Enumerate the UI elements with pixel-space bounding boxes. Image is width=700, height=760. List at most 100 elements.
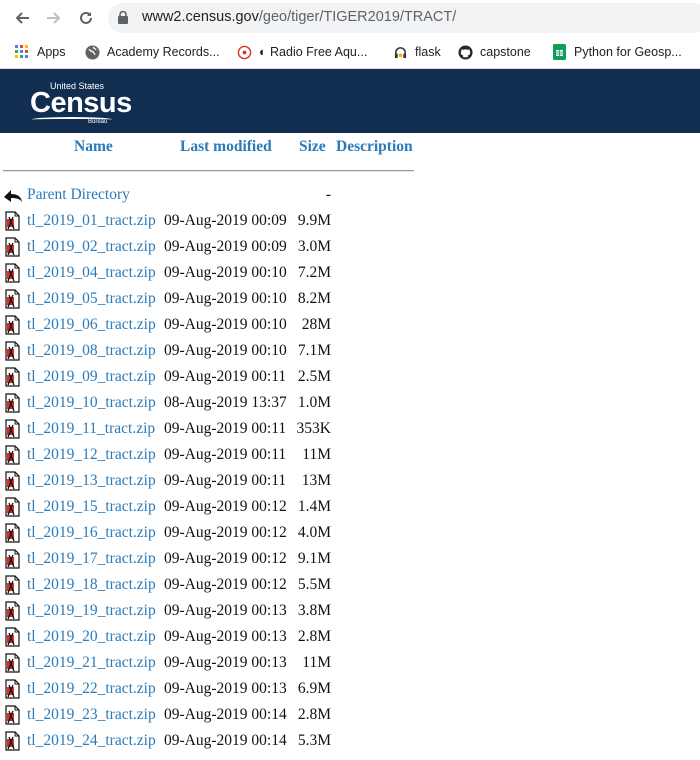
file-size: 2.5M xyxy=(297,368,331,385)
column-header-description[interactable]: Description xyxy=(336,138,413,156)
compressed-file-icon xyxy=(3,263,23,283)
file-link[interactable]: tl_2019_19_tract.zip xyxy=(27,602,156,620)
file-link[interactable]: tl_2019_20_tract.zip xyxy=(27,628,156,646)
file-row: tl_2019_18_tract.zip 09-Aug-2019 00:12 5.5… xyxy=(0,572,420,598)
column-header-last-modified[interactable]: Last modified xyxy=(180,138,272,156)
file-row: tl_2019_05_tract.zip 09-Aug-2019 00:10 8.2… xyxy=(0,286,420,312)
logo-main-text: Census xyxy=(30,87,132,119)
file-link[interactable]: tl_2019_23_tract.zip xyxy=(27,706,156,724)
browser-toolbar: www2.census.gov/geo/tiger/TIGER2019/TRAC… xyxy=(0,0,700,36)
address-bar[interactable]: www2.census.gov/geo/tiger/TIGER2019/TRAC… xyxy=(108,3,700,33)
bookmark-apps[interactable]: Apps xyxy=(14,42,66,62)
file-row: tl_2019_23_tract.zip 09-Aug-2019 00:14 2.8… xyxy=(0,702,420,728)
file-last-modified: 09-Aug-2019 00:12 xyxy=(164,524,287,541)
file-last-modified: 09-Aug-2019 00:10 xyxy=(164,290,287,307)
compressed-file-icon xyxy=(3,705,23,725)
bookmark-label: capstone xyxy=(480,45,531,59)
file-size: 353K xyxy=(296,420,331,437)
file-link[interactable]: tl_2019_17_tract.zip xyxy=(27,550,156,568)
column-header-size[interactable]: Size xyxy=(299,138,326,156)
bookmark-radio-free[interactable]: ◐ Radio Free Aqu... xyxy=(236,42,367,62)
file-link[interactable]: tl_2019_16_tract.zip xyxy=(27,524,156,542)
file-link[interactable]: tl_2019_21_tract.zip xyxy=(27,654,156,672)
file-row: tl_2019_08_tract.zip 09-Aug-2019 00:10 7.1… xyxy=(0,338,420,364)
file-size: 4.0M xyxy=(297,524,331,541)
bookmark-python-geospatial[interactable]: Python for Geosp... xyxy=(551,42,682,62)
compressed-file-icon xyxy=(3,575,23,595)
file-row: tl_2019_21_tract.zip 09-Aug-2019 00:13 11M xyxy=(0,650,420,676)
file-last-modified: 09-Aug-2019 00:12 xyxy=(164,576,287,593)
file-link[interactable]: tl_2019_05_tract.zip xyxy=(27,290,156,308)
parent-directory-row: Parent Directory - xyxy=(0,182,420,208)
file-size: 2.8M xyxy=(297,706,331,723)
compressed-file-icon xyxy=(3,627,23,647)
file-row: tl_2019_19_tract.zip 09-Aug-2019 00:13 3.8… xyxy=(0,598,420,624)
bookmark-label: Academy Records... xyxy=(107,45,220,59)
file-link[interactable]: tl_2019_04_tract.zip xyxy=(27,264,156,282)
file-last-modified: 09-Aug-2019 00:14 xyxy=(164,706,287,723)
file-last-modified: 09-Aug-2019 00:13 xyxy=(164,602,287,619)
census-banner: United States Census Bureau xyxy=(0,69,700,133)
bookmark-capstone[interactable]: capstone xyxy=(457,42,531,62)
compressed-file-icon xyxy=(3,393,23,413)
file-last-modified: 09-Aug-2019 00:14 xyxy=(164,732,287,749)
compressed-file-icon xyxy=(3,653,23,673)
file-last-modified: 09-Aug-2019 00:10 xyxy=(164,316,287,333)
bookmark-flask[interactable]: flask xyxy=(392,42,441,62)
compressed-file-icon xyxy=(3,471,23,491)
file-size: 1.4M xyxy=(297,498,331,515)
column-header-name[interactable]: Name xyxy=(74,138,113,156)
file-size: 6.9M xyxy=(297,680,331,697)
file-size: 28M xyxy=(301,316,331,333)
file-row: tl_2019_22_tract.zip 09-Aug-2019 00:13 6.9… xyxy=(0,676,420,702)
compressed-file-icon xyxy=(3,549,23,569)
file-size: 5.5M xyxy=(297,576,331,593)
file-link[interactable]: tl_2019_22_tract.zip xyxy=(27,680,156,698)
file-link[interactable]: tl_2019_08_tract.zip xyxy=(27,342,156,360)
file-last-modified: 08-Aug-2019 13:37 xyxy=(164,394,287,411)
url-path: /geo/tiger/TIGER2019/TRACT/ xyxy=(258,9,457,25)
file-last-modified: 09-Aug-2019 00:09 xyxy=(164,212,287,229)
header-divider xyxy=(3,170,414,172)
file-size: 9.9M xyxy=(297,212,331,229)
file-last-modified: 09-Aug-2019 00:11 xyxy=(164,420,287,437)
lock-icon xyxy=(118,10,128,29)
file-link[interactable]: tl_2019_09_tract.zip xyxy=(27,368,156,386)
compressed-file-icon xyxy=(3,211,23,231)
compressed-file-icon xyxy=(3,341,23,361)
reload-icon[interactable] xyxy=(75,7,97,29)
file-last-modified: 09-Aug-2019 00:13 xyxy=(164,628,287,645)
radio-target-icon xyxy=(236,44,252,60)
file-link[interactable]: tl_2019_12_tract.zip xyxy=(27,446,156,464)
compressed-file-icon xyxy=(3,679,23,699)
file-size: 11M xyxy=(302,654,331,671)
census-logo[interactable]: United States Census Bureau xyxy=(30,81,132,125)
forward-icon[interactable] xyxy=(43,7,65,29)
file-size: 9.1M xyxy=(297,550,331,567)
file-link[interactable]: tl_2019_18_tract.zip xyxy=(27,576,156,594)
file-link[interactable]: tl_2019_02_tract.zip xyxy=(27,238,156,256)
bookmark-label: Apps xyxy=(37,45,66,59)
file-row: tl_2019_16_tract.zip 09-Aug-2019 00:12 4.0… xyxy=(0,520,420,546)
file-link[interactable]: tl_2019_24_tract.zip xyxy=(27,732,156,750)
file-size: 1.0M xyxy=(297,394,331,411)
file-link[interactable]: tl_2019_15_tract.zip xyxy=(27,498,156,516)
file-link[interactable]: tl_2019_10_tract.zip xyxy=(27,394,156,412)
file-link[interactable]: tl_2019_13_tract.zip xyxy=(27,472,156,490)
bookmarks-bar: Apps Academy Records... ◐ Radio Free Aqu… xyxy=(0,36,700,69)
bookmark-label: Python for Geosp... xyxy=(574,45,682,59)
file-last-modified: 09-Aug-2019 00:13 xyxy=(164,680,287,697)
file-size: 2.8M xyxy=(297,628,331,645)
file-link[interactable]: tl_2019_01_tract.zip xyxy=(27,212,156,230)
bookmark-academy-records[interactable]: Academy Records... xyxy=(84,42,220,62)
file-size: 3.8M xyxy=(297,602,331,619)
parent-directory-link[interactable]: Parent Directory xyxy=(27,186,130,204)
file-row: tl_2019_15_tract.zip 09-Aug-2019 00:12 1.4… xyxy=(0,494,420,520)
file-link[interactable]: tl_2019_06_tract.zip xyxy=(27,316,156,334)
url-text: www2.census.gov/geo/tiger/TIGER2019/TRAC… xyxy=(142,9,456,25)
back-icon[interactable] xyxy=(11,7,33,29)
compressed-file-icon xyxy=(3,497,23,517)
file-size: 5.3M xyxy=(297,732,331,749)
file-link[interactable]: tl_2019_11_tract.zip xyxy=(27,420,155,438)
flask-headphones-icon xyxy=(392,44,408,60)
